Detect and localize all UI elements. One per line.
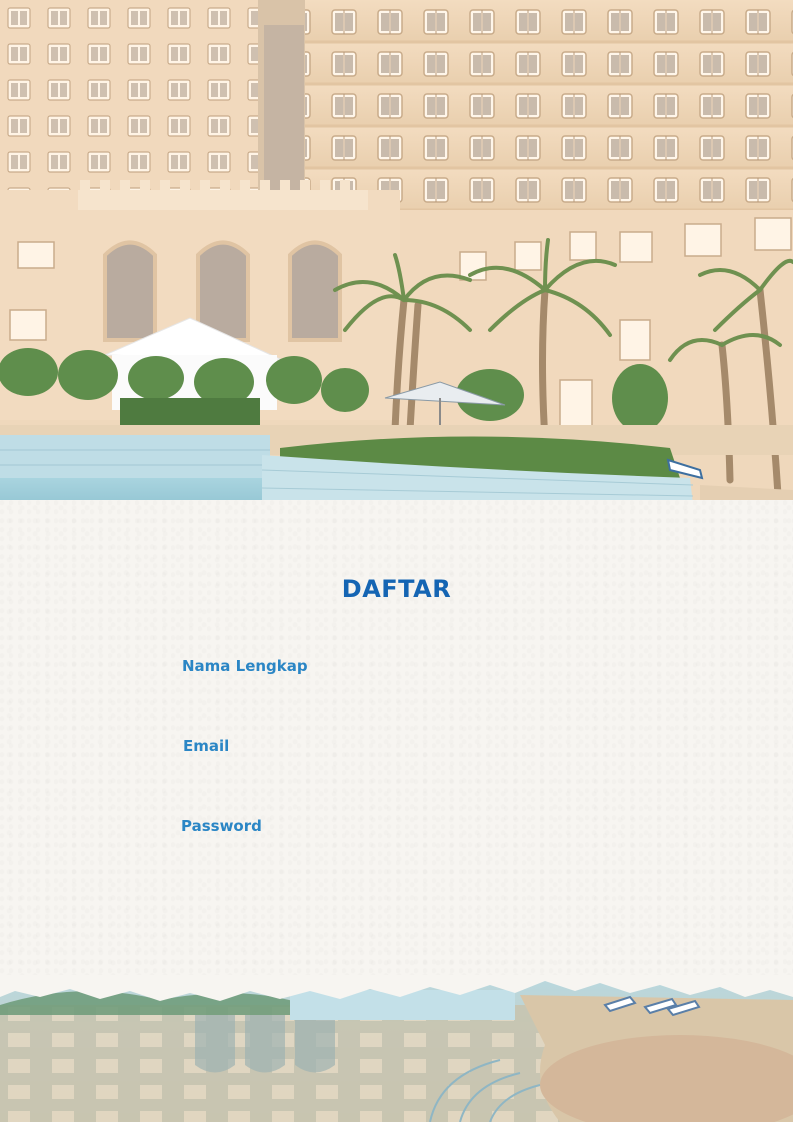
pool-reflection-bottom [0, 975, 793, 1122]
email-input[interactable] [181, 761, 611, 791]
hotel-photo-top [0, 0, 793, 530]
full-name-input[interactable] [181, 681, 611, 711]
full-name-label: Nama Lengkap [182, 657, 308, 675]
full-name-field: Nama Lengkap [0, 655, 793, 715]
password-input[interactable] [181, 841, 611, 871]
register-page: DAFTAR Nama Lengkap Email Password [0, 0, 793, 1122]
email-label: Email [183, 737, 230, 755]
password-field: Password [0, 815, 793, 875]
form-title: DAFTAR [341, 575, 452, 603]
email-field: Email [0, 735, 793, 795]
password-label: Password [181, 817, 262, 835]
